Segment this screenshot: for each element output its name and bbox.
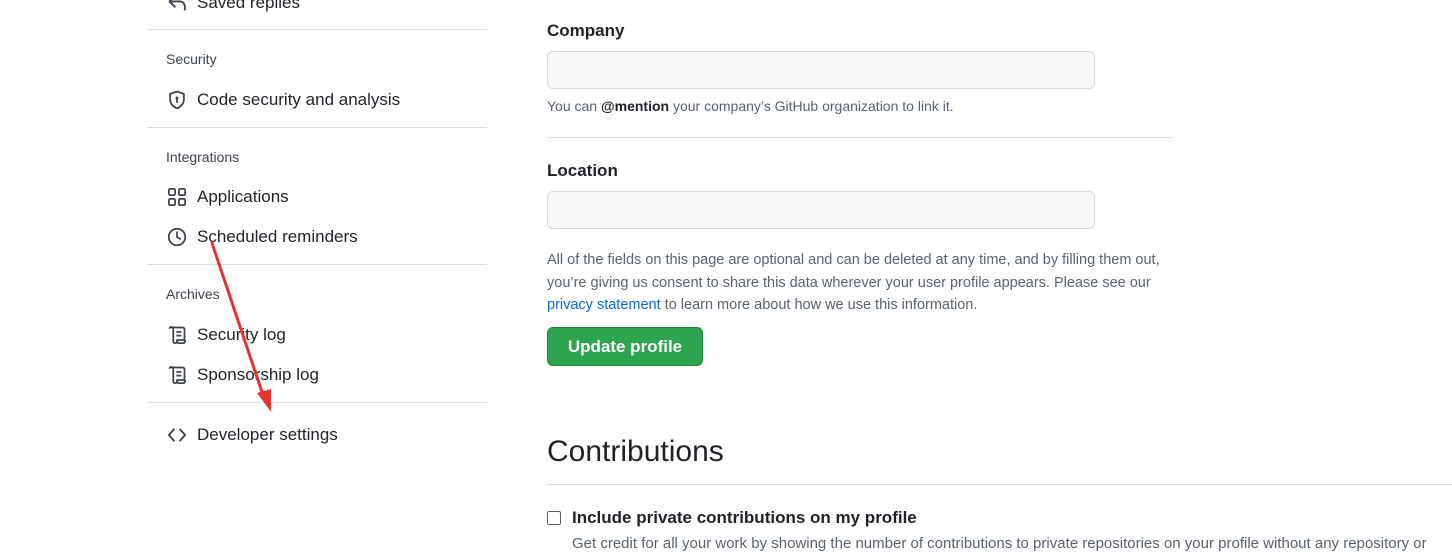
privacy-statement-link[interactable]: privacy statement bbox=[547, 297, 661, 313]
sidebar-heading-integrations: Integrations bbox=[166, 149, 240, 165]
code-icon bbox=[166, 424, 188, 446]
sidebar-heading-archives: Archives bbox=[166, 286, 220, 302]
company-hint-prefix: You can bbox=[547, 98, 601, 114]
company-hint: You can @mention your company’s GitHub o… bbox=[547, 98, 954, 114]
sidebar-divider bbox=[147, 402, 487, 403]
shield-icon bbox=[166, 89, 188, 111]
sidebar-item-applications[interactable]: Applications bbox=[166, 182, 289, 212]
sidebar-item-security-log[interactable]: Security log bbox=[166, 320, 286, 350]
log-icon bbox=[166, 324, 188, 346]
form-divider bbox=[547, 137, 1173, 138]
update-profile-button[interactable]: Update profile bbox=[547, 327, 703, 366]
sidebar-item-developer-settings[interactable]: Developer settings bbox=[166, 420, 338, 450]
sidebar-item-label: Saved replies bbox=[197, 0, 301, 12]
disclaimer-text-end: to learn more about how we use this info… bbox=[660, 297, 978, 313]
contributions-divider bbox=[547, 484, 1452, 485]
private-contributions-description: Get credit for all your work by showing … bbox=[572, 535, 1427, 552]
location-label: Location bbox=[547, 161, 618, 180]
sidebar-item-label: Applications bbox=[197, 187, 289, 206]
profile-disclaimer: All of the fields on this page are optio… bbox=[547, 249, 1177, 317]
sidebar-divider bbox=[147, 127, 487, 128]
log-icon bbox=[166, 364, 188, 386]
disclaimer-text: All of the fields on this page are optio… bbox=[547, 252, 1160, 291]
sidebar-item-saved-replies[interactable]: Saved replies bbox=[166, 0, 300, 18]
sidebar-item-label: Code security and analysis bbox=[197, 90, 401, 109]
reply-icon bbox=[166, 0, 188, 14]
sidebar-divider bbox=[147, 29, 487, 30]
company-hint-suffix: your company’s GitHub organization to li… bbox=[669, 98, 954, 114]
sidebar-item-label: Sponsorship log bbox=[197, 365, 319, 384]
sidebar-item-label: Scheduled reminders bbox=[197, 227, 358, 246]
private-contributions-label[interactable]: Include private contributions on my prof… bbox=[572, 508, 917, 528]
company-input[interactable] bbox=[547, 51, 1095, 89]
contributions-heading: Contributions bbox=[547, 435, 724, 468]
company-hint-mention: @mention bbox=[600, 98, 670, 114]
sidebar-heading-security: Security bbox=[166, 51, 217, 67]
location-input[interactable] bbox=[547, 191, 1095, 229]
private-contributions-checkbox[interactable] bbox=[547, 511, 561, 525]
apps-grid-icon bbox=[166, 186, 188, 208]
clock-icon bbox=[166, 226, 188, 248]
sidebar-item-label: Developer settings bbox=[197, 425, 338, 444]
sidebar-item-code-security[interactable]: Code security and analysis bbox=[166, 85, 400, 115]
sidebar-divider bbox=[147, 264, 487, 265]
sidebar-item-sponsorship-log[interactable]: Sponsorship log bbox=[166, 360, 319, 390]
sidebar-item-scheduled-reminders[interactable]: Scheduled reminders bbox=[166, 222, 358, 252]
sidebar-item-label: Security log bbox=[197, 325, 286, 344]
company-label: Company bbox=[547, 21, 625, 40]
